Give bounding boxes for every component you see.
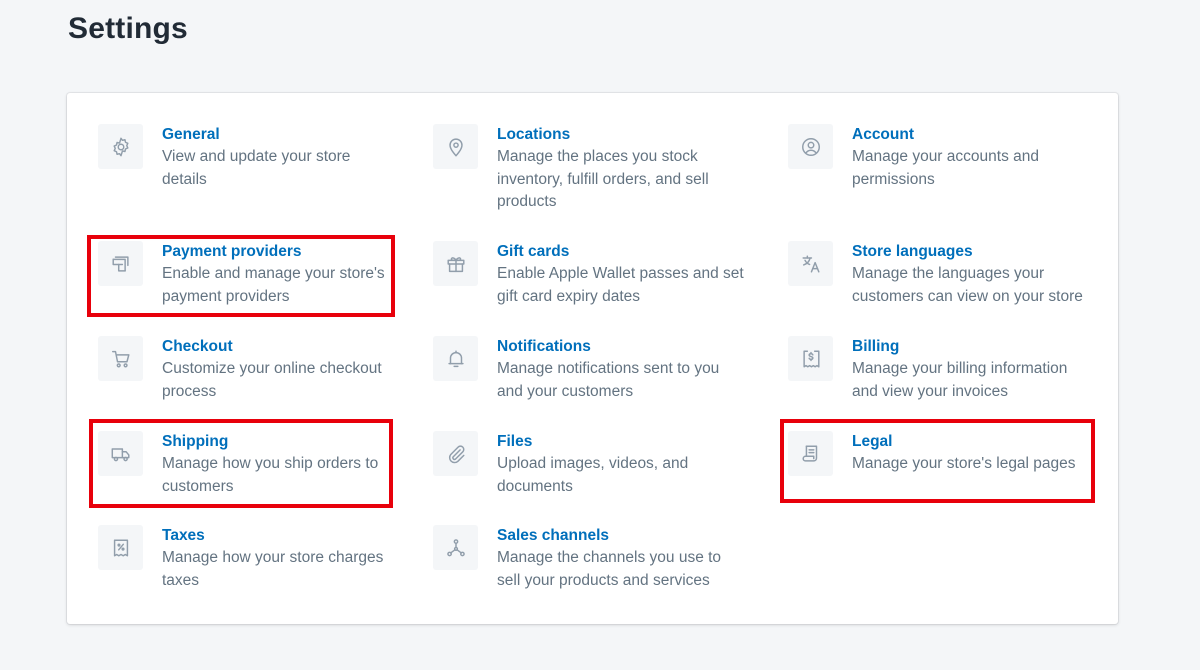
settings-item-title: Store languages: [852, 243, 973, 260]
settings-item-title: Shipping: [162, 433, 229, 450]
settings-item-taxes[interactable]: Taxes Manage how your store charges taxe…: [98, 525, 398, 592]
settings-item-files[interactable]: Files Upload images, videos, and documen…: [433, 431, 733, 498]
settings-item-checkout[interactable]: Checkout Customize your online checkout …: [98, 336, 398, 403]
translate-icon: [788, 241, 833, 286]
tax-receipt-icon: [98, 525, 143, 570]
settings-item-title: Billing: [852, 338, 900, 355]
truck-icon: [98, 431, 143, 476]
settings-item-billing[interactable]: Billing Manage your billing information …: [788, 336, 1088, 403]
settings-item-description: Manage how you ship orders to customers: [162, 455, 379, 495]
location-pin-icon: [433, 124, 478, 169]
settings-item-description: Manage notifications sent to you and you…: [497, 360, 720, 400]
settings-item-description: View and update your store details: [162, 148, 351, 188]
user-circle-icon: [788, 124, 833, 169]
settings-item-locations[interactable]: Locations Manage the places you stock in…: [433, 124, 733, 214]
settings-item-title: Locations: [497, 126, 571, 143]
settings-item-description: Enable Apple Wallet passes and set gift …: [497, 265, 744, 305]
invoice-dollar-icon: [788, 336, 833, 381]
settings-item-description: Manage the places you stock inventory, f…: [497, 148, 709, 211]
settings-item-general[interactable]: General View and update your store detai…: [98, 124, 398, 191]
gear-icon: [98, 124, 143, 169]
settings-item-description: Enable and manage your store's payment p…: [162, 265, 385, 305]
settings-item-description: Manage your accounts and permissions: [852, 148, 1039, 188]
settings-item-gift-cards[interactable]: Gift cards Enable Apple Wallet passes an…: [433, 241, 753, 308]
settings-item-legal[interactable]: Legal Manage your store's legal pages: [788, 431, 1088, 476]
payment-card-icon: [98, 241, 143, 286]
settings-item-title: Files: [497, 433, 533, 450]
bell-icon: [433, 336, 478, 381]
settings-item-description: Manage your store's legal pages: [852, 455, 1076, 472]
gift-icon: [433, 241, 478, 286]
settings-item-description: Customize your online checkout process: [162, 360, 382, 400]
settings-item-title: Checkout: [162, 338, 233, 355]
settings-card: General View and update your store detai…: [67, 93, 1118, 624]
settings-item-title: Sales channels: [497, 527, 610, 544]
settings-item-description: Manage your billing information and view…: [852, 360, 1068, 400]
page-title: Settings: [68, 12, 188, 45]
settings-item-title: General: [162, 126, 220, 143]
settings-item-title: Account: [852, 126, 914, 143]
settings-item-description: Upload images, videos, and documents: [497, 455, 689, 495]
settings-item-description: Manage the languages your customers can …: [852, 265, 1083, 305]
settings-item-account[interactable]: Account Manage your accounts and permiss…: [788, 124, 1088, 191]
settings-item-title: Gift cards: [497, 243, 570, 260]
settings-item-sales-channels[interactable]: Sales channels Manage the channels you u…: [433, 525, 733, 592]
paperclip-icon: [433, 431, 478, 476]
settings-item-title: Notifications: [497, 338, 591, 355]
legal-document-icon: [788, 431, 833, 476]
settings-item-description: Manage how your store charges taxes: [162, 549, 384, 589]
settings-item-description: Manage the channels you use to sell your…: [497, 549, 722, 589]
settings-item-shipping[interactable]: Shipping Manage how you ship orders to c…: [98, 431, 398, 498]
settings-item-payment-providers[interactable]: Payment providers Enable and manage your…: [98, 241, 398, 308]
channels-icon: [433, 525, 478, 570]
cart-icon: [98, 336, 143, 381]
settings-item-store-languages[interactable]: Store languages Manage the languages you…: [788, 241, 1098, 308]
settings-item-title: Payment providers: [162, 243, 302, 260]
settings-item-notifications[interactable]: Notifications Manage notifications sent …: [433, 336, 743, 403]
settings-item-title: Taxes: [162, 527, 205, 544]
settings-item-title: Legal: [852, 433, 893, 450]
